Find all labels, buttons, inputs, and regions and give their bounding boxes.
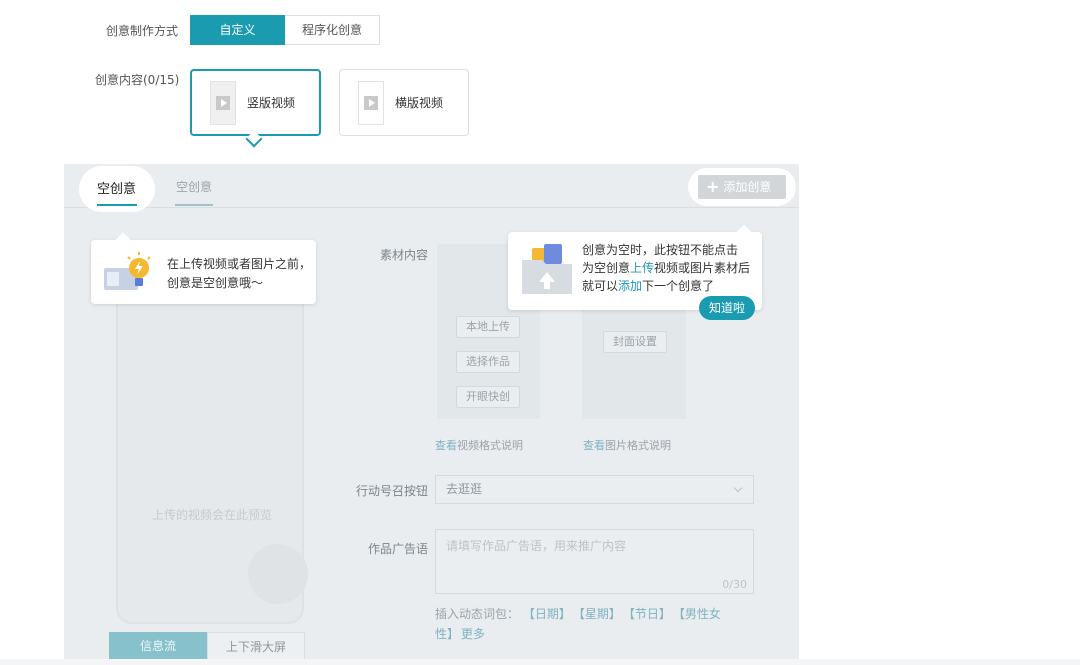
- dynamic-words-prefix: 插入动态词包：: [435, 607, 520, 621]
- tooltip-right-line2-b: 视频或图片素材后: [654, 261, 751, 275]
- tooltip-right-line1: 创意为空时，此按钮不能点击: [582, 243, 739, 257]
- cta-label: 行动号召按钮: [355, 484, 428, 498]
- tab-empty-creative-active[interactable]: 空创意: [97, 178, 136, 197]
- dynamic-tag-weekday[interactable]: 【星期】: [579, 607, 621, 621]
- preview-mode-fullscreen[interactable]: 上下滑大屏: [207, 632, 305, 660]
- tooltip-right-line3: 就可以添加下一个创意了: [582, 277, 714, 295]
- video-link-text: 视频格式说明: [457, 439, 523, 452]
- cta-select[interactable]: 去逛逛: [435, 475, 754, 504]
- image-link-prefix: 查看: [583, 439, 605, 452]
- cta-value: 去逛逛: [446, 482, 483, 496]
- empty-creative-tooltip: 在上传视频或者图片之前， 创意是空创意哦～: [91, 232, 316, 304]
- got-it-button[interactable]: 知道啦: [699, 296, 755, 320]
- creative-mode-switch: 自定义 程序化创意: [190, 15, 380, 45]
- mode-custom-option[interactable]: 自定义: [190, 15, 285, 45]
- page-bottom-divider: [0, 659, 1080, 665]
- quick-create-button[interactable]: 开眼快创: [456, 386, 520, 408]
- add-creative-button[interactable]: + 添加创意: [698, 175, 786, 199]
- preview-mode-switch: 信息流 上下滑大屏: [109, 632, 305, 660]
- creative-content-label: 创意内容(0/15): [95, 73, 180, 87]
- dynamic-tag-date[interactable]: 【日期】: [523, 607, 571, 621]
- local-upload-button[interactable]: 本地上传: [456, 316, 520, 338]
- dynamic-tag-holiday[interactable]: 【节日】: [629, 607, 671, 621]
- chevron-down-icon: [733, 483, 743, 493]
- preview-mode-feed[interactable]: 信息流: [109, 632, 207, 660]
- tooltip-right-line3-a: 就可以: [582, 279, 619, 293]
- video-format-link[interactable]: 查看视频格式说明: [435, 437, 523, 453]
- tooltip-left-line1: 在上传视频或者图片之前，: [167, 257, 312, 271]
- plus-icon: +: [706, 177, 720, 196]
- preview-watermark-icon: [248, 544, 308, 604]
- bulb-icon: [104, 252, 151, 290]
- cover-settings-button[interactable]: 封面设置: [603, 331, 667, 353]
- dynamic-tag-gender[interactable]: 【男性女: [679, 607, 721, 621]
- ad-text-label: 作品广告语: [367, 542, 428, 556]
- tab-underline: [175, 204, 213, 206]
- tooltip-right-line3-b: 下一个创意了: [642, 279, 715, 293]
- select-work-button[interactable]: 选择作品: [456, 351, 520, 373]
- preview-placeholder: 上传的视频会在此预览: [151, 508, 272, 522]
- dynamic-more-link[interactable]: 更多: [461, 627, 485, 641]
- vertical-video-card[interactable]: 竖版视频: [190, 69, 321, 136]
- upload-folder-icon: [522, 244, 572, 294]
- tooltip-highlight-add: 添加: [618, 279, 643, 293]
- horizontal-video-card[interactable]: 横版视频: [339, 69, 469, 136]
- dynamic-words: 插入动态词包： 【日期】 【星期】 【节日】 【男性女性】 更多: [435, 604, 755, 644]
- image-format-link[interactable]: 查看图片格式说明: [583, 437, 671, 453]
- image-link-text: 图片格式说明: [605, 439, 671, 452]
- ad-text-input[interactable]: 请填写作品广告语，用来推广内容 0/30: [435, 529, 754, 594]
- material-label: 素材内容: [379, 248, 428, 262]
- dynamic-tag-gender-end[interactable]: 性】: [435, 627, 459, 641]
- add-creative-label: 添加创意: [723, 180, 772, 194]
- ad-text-placeholder: 请填写作品广告语，用来推广内容: [446, 539, 627, 553]
- tooltip-right-line2: 为空创意上传视频或图片素材后: [582, 259, 750, 277]
- play-icon: [216, 95, 230, 110]
- active-tab-underline: [97, 204, 137, 206]
- tooltip-highlight-upload: 上传: [630, 261, 655, 275]
- horizontal-video-thumb: [358, 80, 384, 125]
- tooltip-right-line2-a: 为空创意: [582, 261, 631, 275]
- video-link-prefix: 查看: [435, 439, 457, 452]
- play-icon: [364, 95, 378, 110]
- tooltip-left-line2: 创意是空创意哦～: [167, 276, 264, 290]
- horizontal-video-label: 横版视频: [395, 96, 444, 110]
- tab-empty-creative[interactable]: 空创意: [176, 178, 212, 195]
- vertical-video-thumb: [210, 80, 236, 125]
- creative-mode-label: 创意制作方式: [106, 24, 179, 38]
- vertical-video-label: 竖版视频: [247, 96, 296, 110]
- mode-programmatic-option[interactable]: 程序化创意: [285, 15, 380, 45]
- ad-text-counter: 0/30: [722, 578, 747, 591]
